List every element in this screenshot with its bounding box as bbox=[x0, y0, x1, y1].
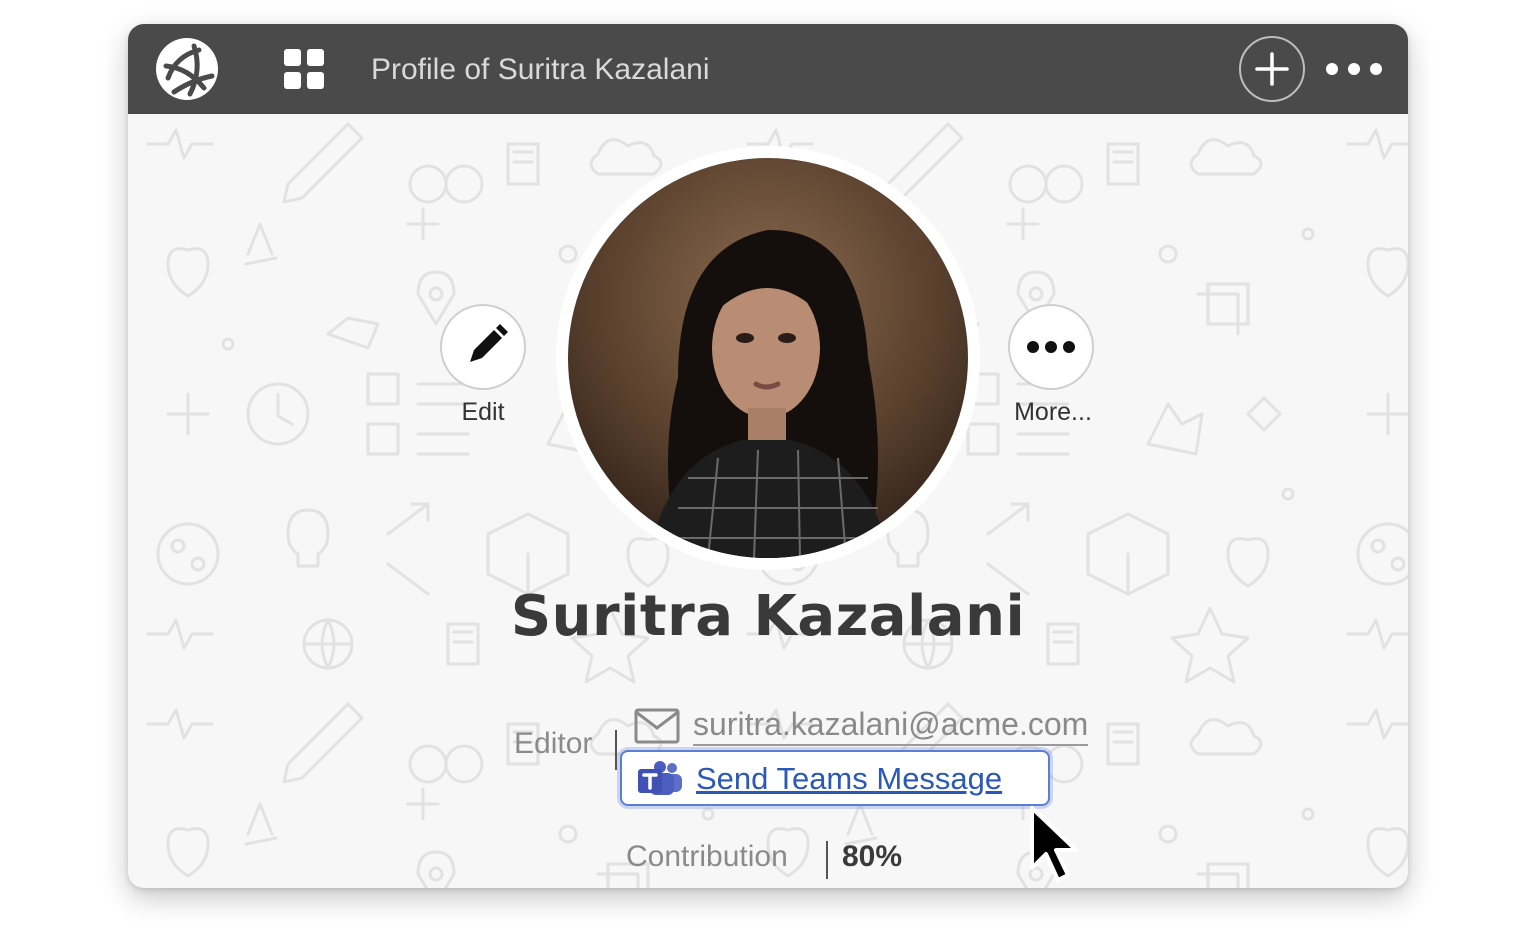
title-bar: Profile of Suritra Kazalani bbox=[128, 24, 1408, 114]
send-teams-message-button[interactable]: Send Teams Message bbox=[620, 750, 1050, 806]
contribution-value: 80% bbox=[842, 840, 903, 873]
edit-label: Edit bbox=[461, 398, 505, 426]
mail-icon bbox=[634, 708, 680, 744]
profile-content: Edit More... Suritra Kazalani Editor sur… bbox=[128, 114, 1408, 888]
role-label: Editor bbox=[514, 727, 593, 760]
more-horizontal-icon[interactable] bbox=[1322, 49, 1388, 89]
contribution-divider bbox=[826, 841, 828, 879]
avatar bbox=[556, 146, 980, 570]
contribution-label: Contribution bbox=[626, 840, 788, 873]
globe-logo-icon[interactable] bbox=[154, 36, 220, 102]
more-button[interactable] bbox=[1008, 304, 1094, 390]
email-link[interactable]: suritra.kazalani@acme.com bbox=[693, 704, 1089, 746]
mouse-pointer-icon bbox=[1030, 806, 1078, 882]
edit-button[interactable] bbox=[440, 304, 526, 390]
more-label: More... bbox=[1014, 398, 1092, 426]
profile-photo bbox=[568, 158, 968, 558]
pencil-icon bbox=[470, 324, 508, 362]
teams-link-text[interactable]: Send Teams Message bbox=[696, 761, 1002, 797]
profile-name: Suritra Kazalani bbox=[510, 584, 1026, 649]
add-button[interactable] bbox=[1239, 36, 1305, 102]
more-horizontal-icon bbox=[1027, 341, 1075, 353]
profile-window: Profile of Suritra Kazalani Edit More...… bbox=[128, 24, 1408, 888]
plus-icon bbox=[1255, 52, 1289, 86]
grid-apps-icon[interactable] bbox=[284, 49, 324, 89]
teams-icon bbox=[638, 761, 682, 795]
role-divider bbox=[615, 730, 617, 770]
window-title: Profile of Suritra Kazalani bbox=[371, 53, 710, 86]
